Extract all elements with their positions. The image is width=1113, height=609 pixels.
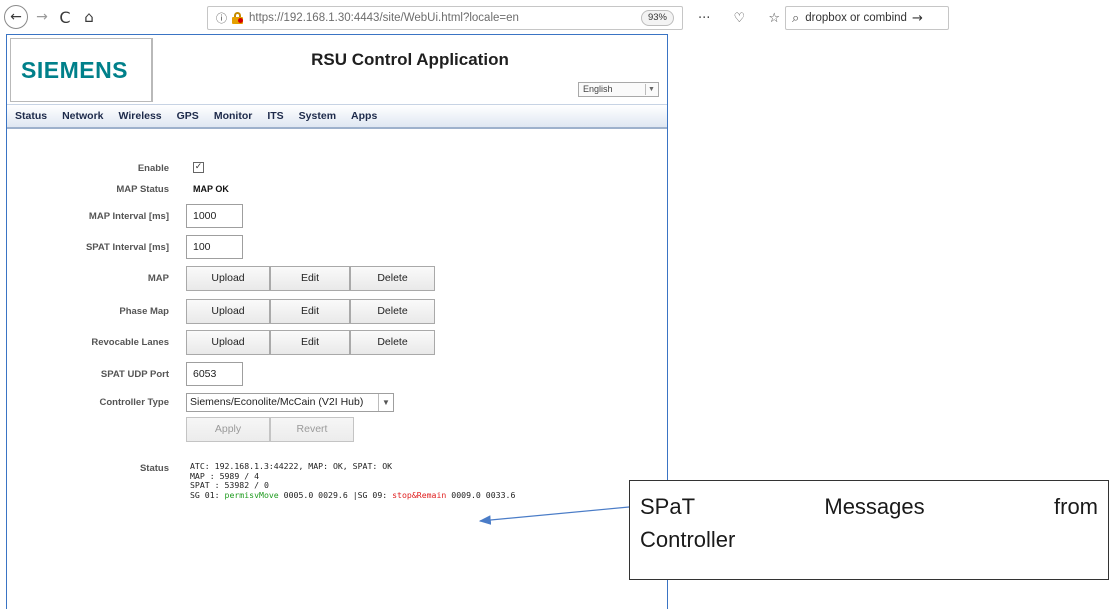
menu-system[interactable]: System — [299, 110, 336, 122]
menu-status[interactable]: Status — [15, 110, 47, 122]
spat-udp-port-label: SPAT UDP Port — [100, 369, 169, 380]
map-upload-button[interactable]: Upload — [186, 266, 270, 291]
menu-gps[interactable]: GPS — [177, 110, 199, 122]
map-edit-button[interactable]: Edit — [270, 266, 350, 291]
sg1-times: 0005.0 0029.6 |SG 09: — [278, 489, 393, 500]
language-select[interactable]: English ▼ — [578, 82, 659, 97]
callout-word-messages: Messages — [824, 494, 925, 519]
menu-apps[interactable]: Apps — [351, 110, 377, 122]
controller-type-label: Controller Type — [99, 397, 170, 408]
revocable-lanes-label: Revocable Lanes — [91, 337, 169, 348]
apply-button[interactable]: Apply — [186, 417, 270, 442]
search-icon: ⌕ — [792, 10, 800, 26]
sg1-prefix: SG 01: — [190, 489, 225, 500]
url-path: :4443/site/WebUi.html?locale=en — [350, 12, 519, 24]
callout-word-spat: SPaT — [640, 494, 696, 519]
sg9-times: 0009.0 0033.6 — [446, 489, 516, 500]
insecure-lock-icon[interactable] — [232, 12, 243, 24]
status-line-signal-groups: SG 01: permisvMove 0005.0 0029.6 |SG 09:… — [190, 489, 516, 501]
annotation-callout: SPaT Messages from Controller — [629, 480, 1109, 580]
phase-map-upload-button[interactable]: Upload — [186, 299, 270, 324]
more-actions-icon[interactable]: ··· — [698, 11, 710, 26]
menu-its[interactable]: ITS — [267, 110, 283, 122]
logo-box: SIEMENS — [10, 38, 152, 102]
map-delete-button[interactable]: Delete — [350, 266, 435, 291]
controller-type-select[interactable]: Siemens/Econolite/McCain (V2I Hub) ▼ — [186, 393, 394, 412]
phase-map-edit-button[interactable]: Edit — [270, 299, 350, 324]
search-go-arrow-icon[interactable]: → — [912, 11, 923, 26]
search-input[interactable]: ⌕ dropbox or combind → — [785, 6, 949, 30]
reload-icon[interactable]: C — [56, 5, 74, 29]
back-arrow-icon[interactable]: ← — [4, 5, 28, 29]
main-menu: Status Network Wireless GPS Monitor ITS … — [7, 104, 667, 129]
enable-checkbox[interactable]: ✓ — [193, 162, 204, 173]
app-header: SIEMENS RSU Control Application English … — [7, 35, 667, 104]
status-label: Status — [139, 463, 169, 474]
zoom-level-badge[interactable]: 93% — [640, 10, 674, 26]
page-title: RSU Control Application — [311, 50, 509, 69]
map-interval-label: MAP Interval [ms] — [88, 211, 169, 222]
language-value: English — [583, 84, 613, 94]
home-icon[interactable]: ⌂ — [80, 5, 98, 29]
menu-wireless[interactable]: Wireless — [119, 110, 162, 122]
revert-button[interactable]: Revert — [270, 417, 354, 442]
bookmark-star-icon[interactable]: ☆ — [768, 11, 780, 26]
browser-toolbar: ← → C ⌂ ⓘ https://192.168.1.30:4443/site… — [0, 0, 1113, 34]
callout-word-from: from — [1054, 494, 1098, 519]
chevron-down-icon: ▼ — [645, 84, 657, 95]
revocable-lanes-upload-button[interactable]: Upload — [186, 330, 270, 355]
sg1-state: permisvMove — [224, 489, 279, 500]
revocable-lanes-delete-button[interactable]: Delete — [350, 330, 435, 355]
menu-monitor[interactable]: Monitor — [214, 110, 253, 122]
spat-udp-port-input[interactable]: 6053 — [186, 362, 243, 386]
phase-map-delete-button[interactable]: Delete — [350, 299, 435, 324]
spat-interval-label: SPAT Interval [ms] — [85, 242, 169, 253]
map-interval-input[interactable]: 1000 — [186, 204, 243, 228]
header-divider — [152, 38, 153, 102]
enable-label: Enable — [137, 163, 169, 174]
spat-interval-input[interactable]: 100 — [186, 235, 243, 259]
map-status-value: MAP OK — [193, 184, 229, 194]
chevron-down-icon: ▼ — [378, 394, 393, 411]
callout-line-2: Controller — [640, 527, 736, 552]
menu-network[interactable]: Network — [62, 110, 103, 122]
map-label: MAP — [147, 273, 169, 284]
callout-line-1: SPaT Messages from — [640, 494, 1098, 520]
phase-map-label: Phase Map — [119, 306, 169, 317]
pocket-icon[interactable]: ♡ — [734, 11, 746, 26]
url-text: https://192.168.1.30:4443/site/WebUi.htm… — [249, 12, 519, 24]
url-host: https://192.168.1.30 — [249, 12, 351, 24]
forward-arrow-icon[interactable]: → — [34, 5, 50, 29]
info-icon[interactable]: ⓘ — [216, 10, 227, 26]
address-bar[interactable]: ⓘ https://192.168.1.30:4443/site/WebUi.h… — [207, 6, 683, 30]
search-text: dropbox or combind — [805, 12, 907, 24]
sg9-state: stop&Remain — [392, 489, 447, 500]
status-output: ATC: 192.168.1.3:44222, MAP: OK, SPAT: O… — [190, 461, 516, 501]
map-status-label: MAP Status — [116, 184, 169, 195]
page-actions: ··· ♡ ☆ — [698, 7, 780, 29]
revocable-lanes-edit-button[interactable]: Edit — [270, 330, 350, 355]
controller-type-value: Siemens/Econolite/McCain (V2I Hub) — [190, 396, 364, 408]
app-frame: SIEMENS RSU Control Application English … — [6, 34, 668, 609]
siemens-logo: SIEMENS — [21, 56, 129, 83]
